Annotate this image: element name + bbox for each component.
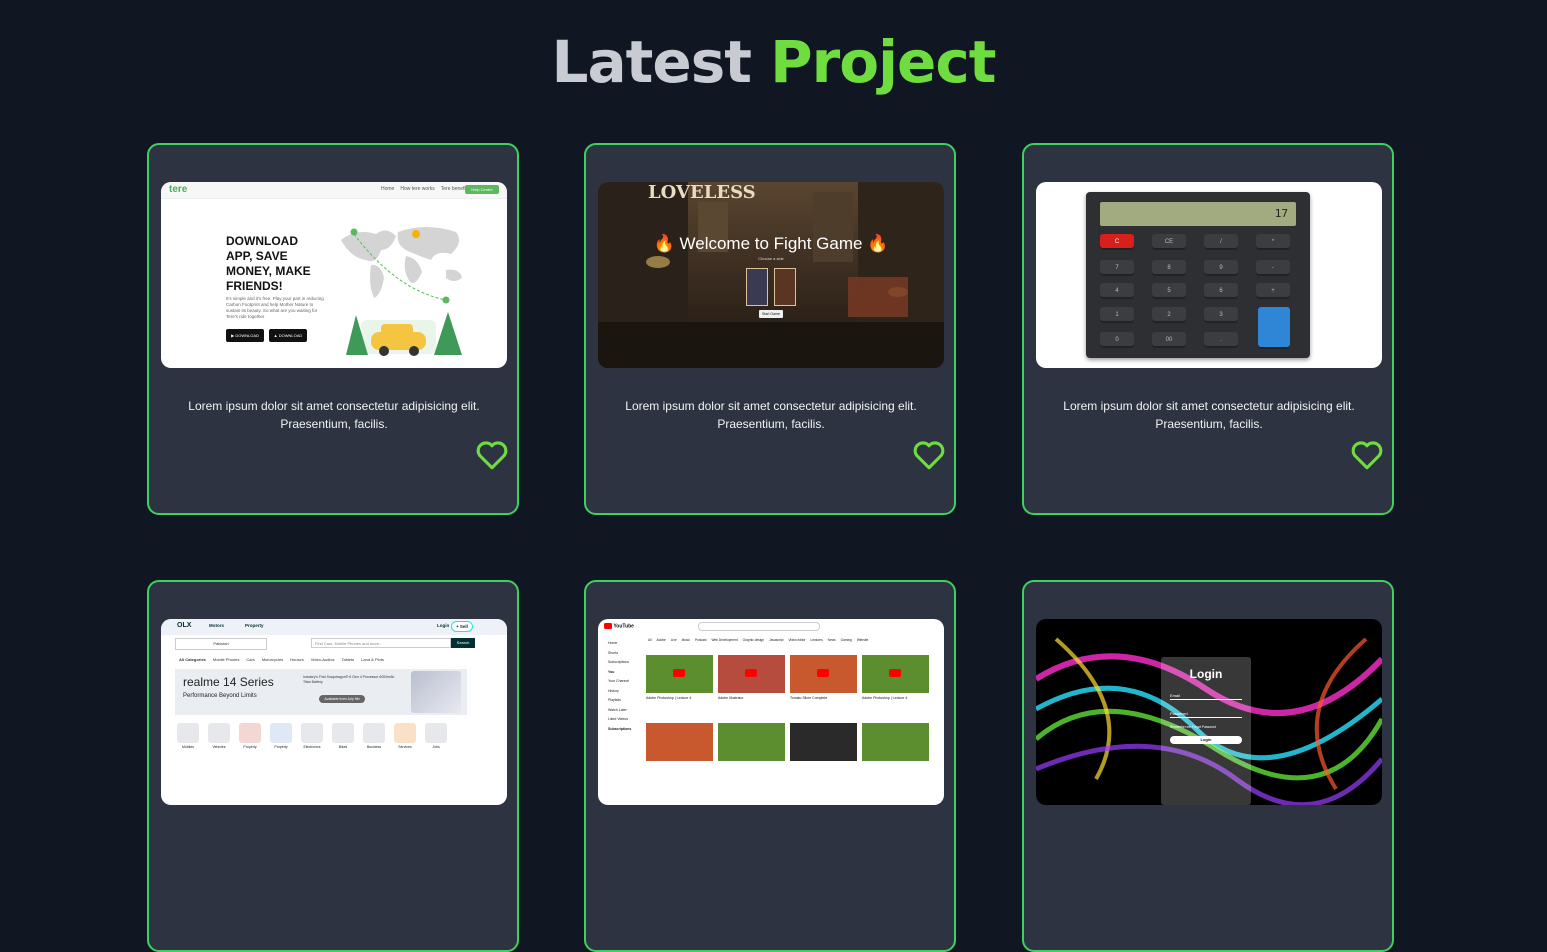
key: 2 — [1152, 307, 1186, 323]
choose-side-text: Choose a side — [758, 256, 784, 261]
heart-icon[interactable] — [1350, 439, 1384, 471]
project-description: Lorem ipsum dolor sit amet consectetur a… — [188, 399, 480, 431]
key: 5 — [1152, 283, 1186, 299]
banner-badge: Available from July 9th — [319, 695, 365, 703]
password-field — [1170, 717, 1242, 718]
password-field-label: Password — [1170, 711, 1188, 716]
video-thumb — [790, 723, 857, 761]
category-bar: All Categories Mobile Phones Cars Motorc… — [179, 657, 384, 662]
nav-link: How tere works — [400, 186, 435, 192]
video-title: Adobe Illustrator — [718, 696, 744, 700]
key: 0 — [1100, 332, 1134, 348]
project-card-3[interactable]: 17 C CE / * 7 8 9 - 4 5 6 + 1 2 3 0 00 .… — [1022, 143, 1394, 515]
video-title: Tomato Slicer Complete — [790, 696, 828, 700]
project-thumbnail-5[interactable]: YouTube Home Shorts Subscriptions You Yo… — [598, 619, 944, 805]
login-link: Login — [437, 623, 450, 628]
heart-icon[interactable] — [475, 439, 509, 471]
olx-logo: OLX — [177, 622, 192, 629]
fighter-select-2 — [774, 268, 796, 306]
video-thumb — [646, 723, 713, 761]
calculator-display: 17 — [1100, 202, 1296, 226]
key: / — [1204, 234, 1238, 250]
banner-text: Industry's First Snapdragon® 6 Gen 4 Pro… — [303, 675, 395, 684]
title-project: Project — [770, 28, 996, 96]
play-icon — [673, 669, 685, 677]
youtube-sidebar: Home Shorts Subscriptions You Your Chann… — [608, 641, 632, 731]
banner-subtitle: Performance Beyond Limits — [183, 693, 257, 699]
search-input: Find Cars, Mobile Phones and more... — [311, 638, 451, 648]
key: 6 — [1204, 283, 1238, 299]
help-centre-button: Help Centre — [465, 185, 499, 194]
category-icon-labels: Mobiles Vehicles Property Property Elect… — [181, 745, 440, 749]
download-button: ▶ DOWNLOAD — [226, 329, 264, 342]
project-card-1[interactable]: tere Home How tere works Tere benefits H… — [147, 143, 519, 515]
key: 4 — [1100, 283, 1134, 299]
key: 3 — [1204, 307, 1238, 323]
video-title: Adobe Photoshop | Lecture 4 — [862, 696, 908, 700]
login-button: Login — [1170, 736, 1242, 744]
play-icon — [745, 669, 757, 677]
key: 1 — [1100, 307, 1134, 323]
key: . — [1204, 332, 1238, 348]
play-icon — [817, 669, 829, 677]
start-game-button: Start Game — [759, 310, 783, 318]
key: CE — [1152, 234, 1186, 250]
search-bar — [698, 622, 820, 631]
fighter-select-1 — [746, 268, 768, 306]
project-description: Lorem ipsum dolor sit amet consectetur a… — [625, 399, 917, 431]
project-thumbnail-2[interactable]: LOVELESS 🔥 Welcome to Fight Game 🔥 Choos… — [598, 182, 944, 368]
download-button: ▲ DOWNLOAD — [269, 329, 307, 342]
tere-logo: tere — [169, 184, 188, 195]
project-thumbnail-3[interactable]: 17 C CE / * 7 8 9 - 4 5 6 + 1 2 3 0 00 . — [1036, 182, 1382, 368]
project-card-2[interactable]: LOVELESS 🔥 Welcome to Fight Game 🔥 Choos… — [584, 143, 956, 515]
sell-button: + Sell — [451, 621, 473, 632]
key-clear: C — [1100, 234, 1134, 250]
motors-tab: Motors — [209, 623, 224, 628]
project-thumbnail-1[interactable]: tere Home How tere works Tere benefits H… — [161, 182, 507, 368]
video-thumb — [862, 723, 929, 761]
section-title: Latest Project — [0, 28, 1547, 96]
property-tab: Property — [245, 623, 264, 628]
hero-text: It's simple and it's free. Play your par… — [226, 296, 324, 319]
remember-row: Remember me Forgot Password — [1170, 725, 1217, 729]
loveless-sign: LOVELESS — [648, 182, 756, 203]
key: * — [1256, 234, 1290, 250]
project-thumbnail-6[interactable]: Login Email Password Remember me Forgot … — [1036, 619, 1382, 805]
project-description: Lorem ipsum dolor sit amet consectetur a… — [1063, 399, 1355, 431]
project-thumbnail-4[interactable]: OLX Motors Property Login + Sell Pakista… — [161, 619, 507, 805]
category-icons — [177, 723, 447, 743]
video-title: Adobe Photoshop | Lecture 4 — [646, 696, 692, 700]
street-scene-background — [598, 182, 944, 368]
login-title: Login — [1189, 667, 1223, 681]
heart-icon[interactable] — [912, 439, 946, 471]
hero-headline: DOWNLOAD APP, SAVE MONEY, MAKE FRIENDS! — [226, 234, 311, 293]
world-map-illustration — [341, 227, 462, 356]
location-select: Pakistan — [175, 638, 267, 650]
email-field — [1170, 699, 1242, 700]
search-button: Search — [451, 638, 475, 648]
key: 8 — [1152, 260, 1186, 276]
email-field-label: Email — [1170, 693, 1181, 698]
key: 9 — [1204, 260, 1238, 276]
key-equals — [1258, 307, 1290, 349]
banner-title: realme 14 Series — [183, 675, 274, 689]
play-icon — [889, 669, 901, 677]
chip-bar: All Adobe Live Music Podcast Web Developmen… — [648, 638, 869, 642]
game-title: 🔥 Welcome to Fight Game 🔥 — [653, 234, 889, 253]
key: + — [1256, 283, 1290, 299]
key: 00 — [1152, 332, 1186, 348]
project-card-5[interactable]: YouTube Home Shorts Subscriptions You Yo… — [584, 580, 956, 952]
key: - — [1256, 260, 1290, 276]
nav-link: Home — [381, 186, 395, 192]
video-thumb — [718, 723, 785, 761]
title-latest: Latest — [551, 28, 752, 96]
project-card-6[interactable]: Login Email Password Remember me Forgot … — [1022, 580, 1394, 952]
phone-image — [411, 671, 461, 713]
project-card-4[interactable]: OLX Motors Property Login + Sell Pakista… — [147, 580, 519, 952]
key: 7 — [1100, 260, 1134, 276]
youtube-logo: YouTube — [604, 623, 634, 629]
